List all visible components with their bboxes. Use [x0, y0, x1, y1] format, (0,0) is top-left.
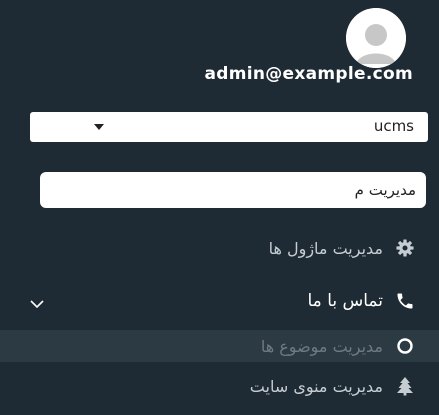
tree-icon [393, 374, 417, 398]
sidebar: admin@example.com ucms مدیریت م مدیریت م… [0, 0, 439, 415]
user-email: admin@example.com [204, 64, 413, 84]
site-select-value: ucms [373, 117, 414, 135]
caret-down-icon [94, 124, 104, 130]
menu-item-label: مدیریت ماژول ها [268, 238, 383, 258]
menu-search-input[interactable] [40, 172, 426, 208]
menu-item-label: تماس با ما [307, 291, 384, 311]
gear-icon [393, 236, 417, 260]
menu-item-site-menu-management[interactable]: مدیریت منوی سایت [0, 368, 439, 404]
circle-icon [393, 334, 417, 358]
site-select[interactable]: ucms [30, 112, 428, 142]
submenu-item-topic-management[interactable]: مدیریت موضوع ها [0, 330, 439, 362]
user-avatar-icon [346, 8, 406, 68]
chevron-down-icon[interactable] [30, 294, 44, 313]
menu-item-label: مدیریت موضوع ها [260, 336, 383, 356]
menu-item-label: مدیریت منوی سایت [249, 376, 383, 396]
menu-item-contact-us[interactable]: تماس با ما [0, 280, 439, 322]
menu-item-module-management[interactable]: مدیریت ماژول ها [0, 228, 439, 268]
avatar[interactable] [346, 8, 406, 68]
phone-icon [393, 289, 417, 313]
